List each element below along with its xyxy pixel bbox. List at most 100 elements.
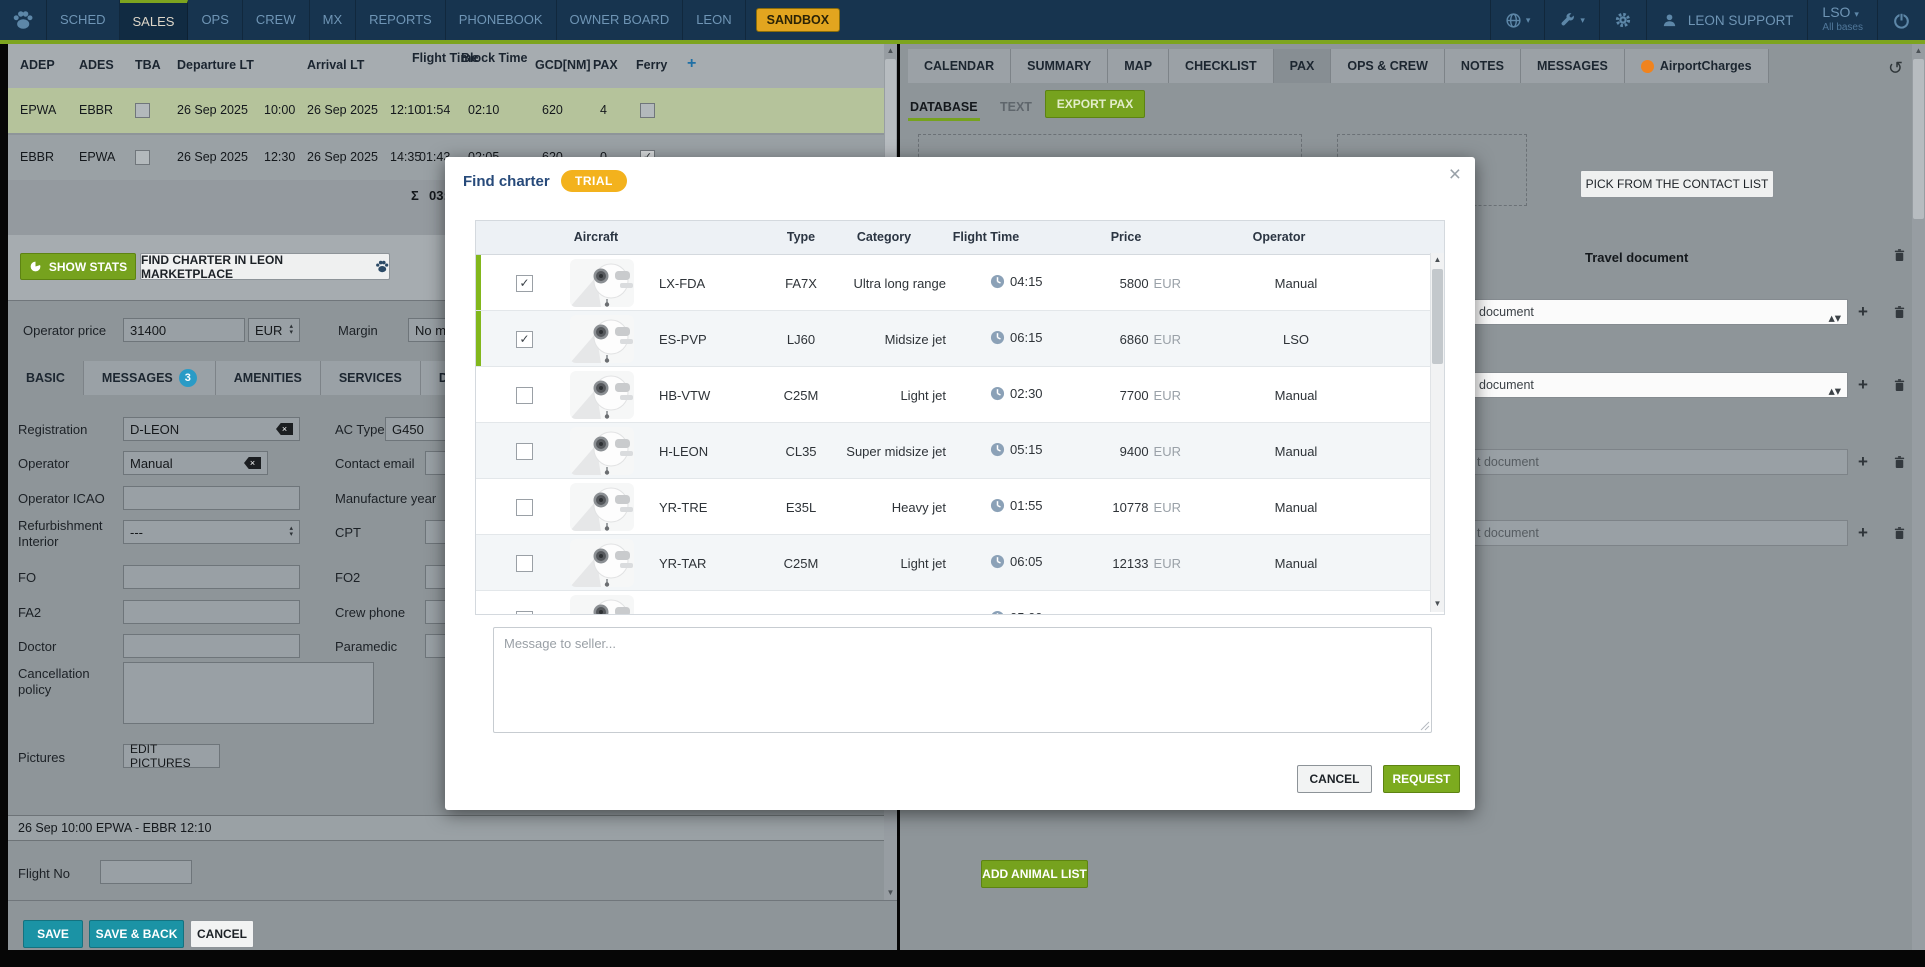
aircraft-checkbox[interactable]: [516, 387, 533, 404]
sandbox-badge[interactable]: SANDBOX: [756, 8, 841, 32]
aircraft-checkbox[interactable]: [516, 443, 533, 460]
tab-messages[interactable]: MESSAGES 3: [84, 361, 216, 395]
add-document-icon[interactable]: +: [1858, 302, 1868, 322]
save-and-back-button[interactable]: SAVE & BACK: [89, 920, 184, 948]
tab-map[interactable]: MAP: [1108, 49, 1169, 83]
settings-button[interactable]: [1599, 0, 1646, 40]
scroll-up-icon[interactable]: ▲: [884, 45, 897, 57]
edit-pictures-button[interactable]: EDIT PICTURES: [123, 744, 220, 768]
travel-document-select[interactable]: t document: [1456, 449, 1848, 475]
flight-no-input[interactable]: [100, 860, 192, 884]
operator-icao-input[interactable]: [123, 486, 300, 510]
tba-checkbox[interactable]: [135, 103, 150, 118]
scroll-down-icon[interactable]: ▼: [1431, 598, 1444, 610]
tab-pax[interactable]: PAX: [1274, 49, 1332, 83]
registration-input[interactable]: [123, 417, 300, 441]
trash-icon[interactable]: [1892, 454, 1907, 470]
aircraft-row[interactable]: ✓ LX-FDA FA7X Ultra long range 04:15 580…: [476, 255, 1444, 311]
message-to-seller-textarea[interactable]: [493, 627, 1432, 733]
refurbishment-select[interactable]: --- ▴▾: [123, 520, 300, 544]
fa2-input[interactable]: [123, 600, 300, 624]
tab-summary[interactable]: SUMMARY: [1011, 49, 1108, 83]
tab-checklist[interactable]: CHECKLIST: [1169, 49, 1274, 83]
trash-icon[interactable]: [1892, 304, 1907, 320]
cancellation-policy-textarea[interactable]: [123, 662, 374, 724]
trash-icon[interactable]: [1892, 377, 1907, 393]
tab-messages[interactable]: MESSAGES: [1521, 49, 1625, 83]
modal-cancel-button[interactable]: CANCEL: [1297, 765, 1372, 793]
travel-document-select[interactable]: t document: [1456, 520, 1848, 546]
tab-notes[interactable]: NOTES: [1445, 49, 1521, 83]
app-logo-paw-icon[interactable]: [0, 0, 47, 40]
scroll-up-icon[interactable]: ▲: [1431, 254, 1444, 266]
modal-request-button[interactable]: REQUEST: [1383, 765, 1460, 793]
find-charter-marketplace-button[interactable]: FIND CHARTER IN LEON MARKETPLACE: [140, 253, 390, 280]
travel-document-select[interactable]: document ▴▾: [1456, 372, 1848, 398]
nav-item-leon[interactable]: LEON: [683, 0, 745, 40]
pick-contact-list-button[interactable]: PICK FROM THE CONTACT LIST: [1580, 170, 1774, 198]
scroll-up-icon[interactable]: ▲: [1912, 45, 1925, 57]
show-stats-button[interactable]: SHOW STATS: [20, 253, 136, 280]
aircraft-checkbox[interactable]: ✓: [516, 331, 533, 348]
tab-services[interactable]: SERVICES: [321, 361, 421, 395]
language-menu[interactable]: ▾: [1490, 0, 1545, 40]
nav-item-sales[interactable]: SALES: [120, 0, 189, 40]
user-menu[interactable]: LEON SUPPORT: [1646, 0, 1808, 40]
add-document-icon[interactable]: +: [1858, 375, 1868, 395]
scrollbar-thumb[interactable]: [1432, 269, 1443, 364]
nav-item-reports[interactable]: REPORTS: [356, 0, 446, 40]
tab-basic[interactable]: BASIC: [8, 361, 84, 395]
nav-item-crew[interactable]: CREW: [243, 0, 310, 40]
trash-icon[interactable]: [1892, 247, 1907, 263]
add-document-icon[interactable]: +: [1858, 523, 1868, 543]
close-icon[interactable]: ×: [1449, 163, 1461, 187]
nav-item-ops[interactable]: OPS: [188, 0, 242, 40]
travel-document-select[interactable]: document ▴▾: [1456, 299, 1848, 325]
tba-checkbox[interactable]: [135, 150, 150, 165]
tab-airport-charges[interactable]: AirportCharges: [1625, 49, 1769, 83]
trash-icon[interactable]: [1892, 525, 1907, 541]
price-currency: EUR: [1154, 556, 1181, 571]
tab-amenities[interactable]: AMENITIES: [216, 361, 321, 395]
nav-item-sched[interactable]: SCHED: [47, 0, 120, 40]
add-animal-list-button[interactable]: ADD ANIMAL LIST: [981, 860, 1088, 888]
cancel-button[interactable]: CANCEL: [190, 920, 254, 948]
doctor-input[interactable]: [123, 634, 300, 658]
add-leg-button[interactable]: +: [687, 55, 696, 73]
fo-input[interactable]: [123, 565, 300, 589]
aircraft-row[interactable]: ✓ ES-PVP LJ60 Midsize jet 06:15 6860EUR …: [476, 311, 1444, 367]
aircraft-row[interactable]: YR-TAR C25M Light jet 06:05 12133EUR Man…: [476, 535, 1444, 591]
save-button[interactable]: SAVE: [23, 920, 83, 948]
nav-item-phonebook[interactable]: PHONEBOOK: [446, 0, 557, 40]
tab-ops-crew[interactable]: OPS & CREW: [1331, 49, 1445, 83]
export-pax-button[interactable]: EXPORT PAX: [1045, 90, 1145, 118]
aircraft-row[interactable]: HB-VTW C25M Light jet 02:30 7700EUR Manu…: [476, 367, 1444, 423]
tab-calendar[interactable]: CALENDAR: [908, 49, 1011, 83]
currency-select[interactable]: EUR ▴▾: [248, 318, 300, 342]
aircraft-checkbox[interactable]: [516, 611, 533, 614]
nav-label: MX: [323, 12, 343, 27]
right-panel-scrollbar[interactable]: ▲: [1912, 44, 1925, 950]
aircraft-row[interactable]: H-LEON CL35 Super midsize jet 05:15 9400…: [476, 423, 1444, 479]
adep-value: EBBR: [20, 150, 54, 164]
scrollbar-thumb[interactable]: [1913, 59, 1924, 219]
tools-menu[interactable]: ▾: [1544, 0, 1599, 40]
subtab-database[interactable]: DATABASE: [910, 100, 978, 114]
aircraft-checkbox[interactable]: [516, 499, 533, 516]
charter-list-scrollbar[interactable]: ▲ ▼: [1430, 253, 1444, 612]
add-document-icon[interactable]: +: [1858, 452, 1868, 472]
nav-item-mx[interactable]: MX: [310, 0, 357, 40]
ferry-checkbox[interactable]: [640, 103, 655, 118]
nav-item-owner-board[interactable]: OWNER BOARD: [557, 0, 684, 40]
history-icon[interactable]: ↺: [1888, 58, 1903, 79]
base-selector[interactable]: LSO ▾ All bases: [1807, 0, 1877, 40]
aircraft-row[interactable]: YR-TRE E35L Heavy jet 01:55 10778EUR Man…: [476, 479, 1444, 535]
aircraft-checkbox[interactable]: ✓: [516, 275, 533, 292]
flight-leg-row[interactable]: EPWA EBBR 26 Sep 2025 10:00 26 Sep 2025 …: [8, 88, 884, 135]
scroll-down-icon[interactable]: ▼: [884, 887, 897, 899]
subtab-text[interactable]: TEXT: [1000, 100, 1032, 114]
aircraft-row[interactable]: SE-DJU C550 Light jet 05:00 10745EUR Man…: [476, 591, 1444, 614]
operator-price-input[interactable]: [123, 318, 245, 342]
logout-button[interactable]: [1877, 0, 1925, 40]
aircraft-checkbox[interactable]: [516, 555, 533, 572]
